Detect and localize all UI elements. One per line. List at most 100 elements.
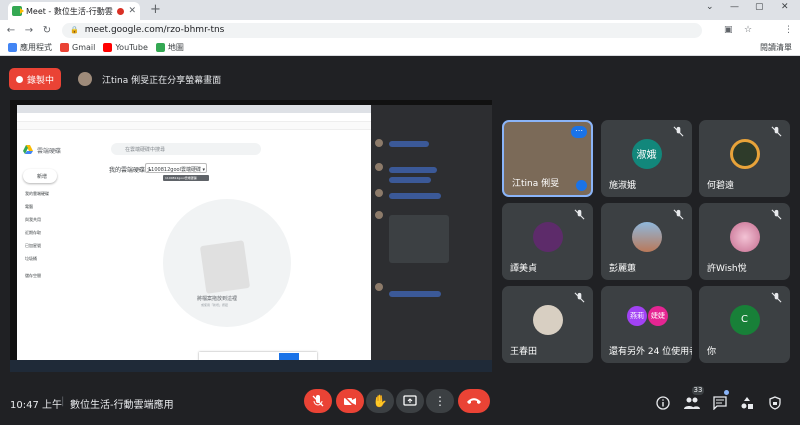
participant-tile-overflow[interactable]: 燕莉 婕婕 還有另外 24 位使用者 <box>601 286 692 363</box>
chat-bubble <box>389 177 431 183</box>
more-options-button[interactable]: ⋮ <box>426 389 454 413</box>
drive-nav-item: 與我共用 <box>25 217 41 222</box>
meet-favicon-icon <box>12 6 24 16</box>
apps-grid-icon <box>8 43 17 52</box>
participant-name: 何碧遠 <box>707 181 735 191</box>
bookmark-star-icon[interactable]: ☆ <box>744 25 752 35</box>
mic-off-icon <box>574 209 585 220</box>
participant-tile[interactable]: 王春田 <box>502 286 593 363</box>
more-options-icon[interactable]: ⋯ <box>571 126 587 138</box>
mic-off-icon <box>574 292 585 303</box>
participant-name: 還有另外 24 位使用者 <box>609 347 692 357</box>
people-button[interactable] <box>684 395 700 411</box>
recording-button[interactable]: 錄製中 <box>9 68 61 90</box>
meeting-title: 數位生活-行動雲端應用 <box>70 400 174 411</box>
participant-name: 譚美貞 <box>510 264 538 274</box>
speaking-indicator-icon <box>576 180 587 191</box>
participant-name: 江tina 俐旻 <box>512 179 560 189</box>
shared-browser-window: 雲端硬碟 在雲端硬碟中搜尋 新增 我的雲端硬碟 電腦 與我共用 近期存取 已加星… <box>17 105 371 361</box>
recording-label: 錄製中 <box>26 75 54 86</box>
drive-nav-item: 已加星號 <box>25 243 41 248</box>
drive-folder-chip: 1100812gool雲端硬碟 ▾ <box>145 163 207 173</box>
presenter-avatar <box>78 72 92 86</box>
avatar: 燕莉 <box>627 306 647 326</box>
toggle-mic-button[interactable] <box>304 389 332 413</box>
raise-hand-button[interactable]: ✋ <box>366 389 394 413</box>
toggle-camera-button[interactable] <box>336 389 364 413</box>
avatar: C <box>729 304 760 335</box>
info-icon <box>656 396 670 410</box>
participant-tile[interactable]: 譚美貞 <box>502 203 593 280</box>
lock-icon: 🔒 <box>70 26 79 34</box>
chat-avatar <box>375 139 383 147</box>
chat-link-card <box>389 215 449 263</box>
back-icon[interactable]: ← <box>4 25 18 36</box>
participant-tile-presenter[interactable]: ⋯ 江tina 俐旻 <box>502 120 593 197</box>
address-toolbar: ← → ↻ 🔒 meet.google.com/rzo-bhmr-tns ▣ ☆… <box>0 20 800 56</box>
tab-search-icon[interactable]: ⌄ <box>706 2 714 12</box>
minimize-icon[interactable]: — <box>730 2 739 12</box>
drive-nav-item: 電腦 <box>25 204 33 209</box>
drive-tooltip: 1100812gool雲端硬碟 <box>163 175 209 181</box>
drive-empty-subtext: 或使用「新增」按鈕 <box>201 303 229 307</box>
camera-indicator-icon[interactable]: ▣ <box>724 25 733 35</box>
participant-tile-self[interactable]: C 你 <box>699 286 790 363</box>
participant-tile[interactable]: 許Wish悅 <box>699 203 790 280</box>
separator: | <box>61 396 65 407</box>
avatar <box>729 138 760 169</box>
chat-bubble <box>389 141 429 147</box>
chat-avatar <box>375 211 383 219</box>
participant-tile[interactable]: 彭麗蕙 <box>601 203 692 280</box>
activities-button[interactable] <box>739 395 755 411</box>
shared-screen: 雲端硬碟 在雲端硬碟中搜尋 新增 我的雲端硬碟 電腦 與我共用 近期存取 已加星… <box>10 100 492 372</box>
gmail-icon <box>60 43 69 52</box>
participant-name: 施淑娥 <box>609 181 637 191</box>
chat-button[interactable] <box>712 395 728 411</box>
chat-icon <box>713 396 727 410</box>
participant-tile[interactable]: 淑娥 施淑娥 <box>601 120 692 197</box>
shared-bookmarks-bar <box>17 122 371 130</box>
participant-tile[interactable]: 何碧遠 <box>699 120 790 197</box>
recording-indicator-icon <box>117 7 125 15</box>
chat-avatar <box>375 163 383 171</box>
drive-nav-item: 我的雲端硬碟 <box>25 191 49 196</box>
participant-name: 許Wish悅 <box>707 264 747 274</box>
reload-icon[interactable]: ↻ <box>40 25 54 36</box>
chrome-menu-icon[interactable]: ⋮ <box>784 25 793 35</box>
present-screen-icon <box>403 395 417 406</box>
bookmark-gmail[interactable]: Gmail <box>60 43 95 52</box>
mic-off-icon <box>771 292 782 303</box>
chat-bubble <box>389 193 441 199</box>
browser-tab-bar: Meet - 數位生活-行動雲端… ✕ + ⌄ — ▢ ✕ <box>0 0 800 20</box>
mic-off-icon <box>673 209 684 220</box>
participant-name: 王春田 <box>510 347 538 357</box>
activities-icon <box>741 397 753 409</box>
bookmark-maps[interactable]: 地圖 <box>155 42 184 53</box>
reading-list[interactable]: 閱讀清單 <box>760 42 792 53</box>
drive-new-button: 新增 <box>23 169 57 183</box>
bookmark-youtube[interactable]: YouTube <box>103 43 148 52</box>
maximize-icon[interactable]: ▢ <box>755 2 764 12</box>
bookmark-apps[interactable]: 應用程式 <box>8 42 52 53</box>
people-count-badge: 33 <box>692 386 704 395</box>
google-drive-icon <box>23 145 33 154</box>
chat-bubble <box>389 167 437 173</box>
host-controls-button[interactable] <box>767 395 783 411</box>
shield-lock-icon <box>769 396 781 410</box>
address-field[interactable]: 🔒 meet.google.com/rzo-bhmr-tns <box>62 22 702 38</box>
drive-empty-text: 將檔案拖放到這裡 <box>197 296 238 302</box>
present-button[interactable] <box>396 389 424 413</box>
meeting-clock: 10:47 上午 <box>10 400 62 411</box>
drive-nav-item: 垃圾桶 <box>25 256 37 261</box>
browser-tab[interactable]: Meet - 數位生活-行動雲端… ✕ <box>8 2 140 20</box>
new-tab-icon[interactable]: + <box>150 2 161 18</box>
meeting-details-button[interactable] <box>655 395 671 411</box>
participant-name: 彭麗蕙 <box>609 264 637 274</box>
end-call-button[interactable] <box>458 389 490 413</box>
shared-chat-panel <box>371 105 492 360</box>
close-window-icon[interactable]: ✕ <box>781 2 789 12</box>
shared-tab-bar <box>17 105 371 113</box>
close-tab-icon[interactable]: ✕ <box>128 6 136 16</box>
avatar <box>631 221 662 252</box>
forward-icon[interactable]: → <box>22 25 36 36</box>
